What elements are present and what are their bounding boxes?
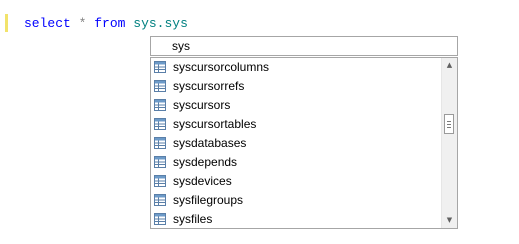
list-item-sysdevices[interactable]: sysdevices <box>151 172 441 191</box>
list-item-sysfiles[interactable]: sysfiles <box>151 210 441 228</box>
grip-line <box>447 127 451 128</box>
list-item-label: sysdevices <box>173 174 232 188</box>
intellisense-list[interactable]: syscursorcolumns syscursorrefs syscursor… <box>150 57 458 229</box>
list-item-syscursorrefs[interactable]: syscursorrefs <box>151 77 441 96</box>
list-item-label: syscursors <box>173 98 231 112</box>
list-item-label: sysdepends <box>173 155 238 169</box>
code-line-1[interactable]: select * from sys.sys <box>24 15 188 33</box>
list-item-label: sysfiles <box>173 212 213 226</box>
object-identifier: sys.sys <box>133 16 188 31</box>
list-item-syscursorcolumns[interactable]: syscursorcolumns <box>151 58 441 77</box>
table-icon <box>154 156 166 168</box>
intellisense-items: syscursorcolumns syscursorrefs syscursor… <box>151 58 441 228</box>
table-icon <box>154 175 166 187</box>
table-icon <box>154 80 166 92</box>
table-icon <box>154 99 166 111</box>
list-item-label: sysfilegroups <box>173 193 244 207</box>
grip-line <box>447 124 451 125</box>
list-item-label: syscursortables <box>173 117 257 131</box>
list-item-label: syscursorrefs <box>173 79 245 93</box>
table-icon <box>154 194 166 206</box>
table-icon <box>154 118 166 130</box>
scroll-down-arrow-icon[interactable]: ▼ <box>442 213 457 228</box>
list-item-label: syscursorcolumns <box>173 60 270 74</box>
modified-line-marker <box>5 14 8 32</box>
keyword-select: select <box>24 16 71 31</box>
table-icon <box>154 61 166 73</box>
keyword-from: from <box>94 16 126 31</box>
vertical-scrollbar[interactable]: ▲ ▼ <box>441 58 457 228</box>
list-item-syscursors[interactable]: syscursors <box>151 96 441 115</box>
table-icon <box>154 137 166 149</box>
intellisense-filter-input[interactable] <box>150 36 458 56</box>
scroll-up-arrow-icon[interactable]: ▲ <box>442 58 457 73</box>
list-item-syscursortables[interactable]: syscursortables <box>151 115 441 134</box>
grip-line <box>447 121 451 122</box>
scrollbar-thumb[interactable] <box>444 114 454 134</box>
list-item-sysdepends[interactable]: sysdepends <box>151 153 441 172</box>
list-item-sysdatabases[interactable]: sysdatabases <box>151 134 441 153</box>
table-icon <box>154 213 166 225</box>
list-item-label: sysdatabases <box>173 136 247 150</box>
list-item-sysfilegroups[interactable]: sysfilegroups <box>151 191 441 210</box>
